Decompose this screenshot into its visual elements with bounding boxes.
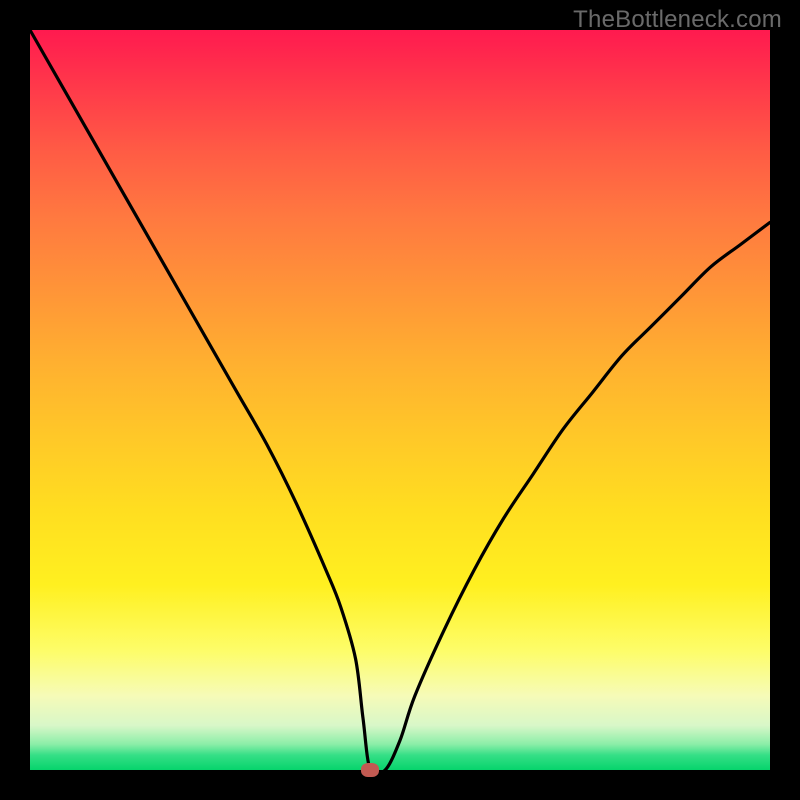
minimum-marker <box>361 763 379 777</box>
bottleneck-curve <box>30 30 770 770</box>
plot-area <box>30 30 770 770</box>
chart-frame: TheBottleneck.com <box>0 0 800 800</box>
